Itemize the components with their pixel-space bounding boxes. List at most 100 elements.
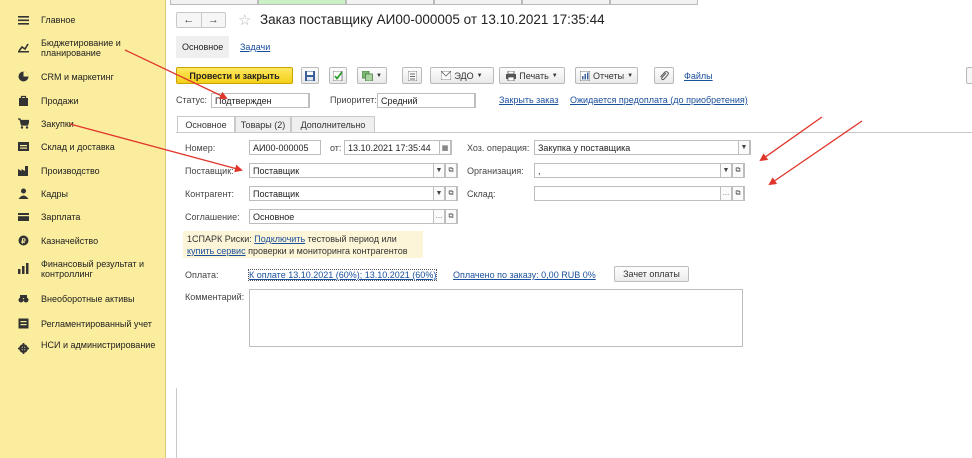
tab-divider — [176, 132, 972, 133]
sidebar-item-label: Продажи — [41, 96, 79, 106]
warehouse-input[interactable]: … ⧉ — [534, 186, 745, 201]
post-button[interactable] — [329, 67, 347, 84]
printer-icon — [506, 70, 517, 81]
tab-tasks[interactable]: Задачи — [234, 36, 276, 58]
date-value: 13.10.2021 17:35:44 — [348, 142, 431, 153]
sidebar-item-label: Бюджетирование и планирование — [41, 38, 121, 58]
sidebar-item-label: НСИ и администрирование — [41, 340, 156, 350]
wallet-icon — [18, 211, 29, 222]
organization-input[interactable]: , ▼ ⧉ — [534, 163, 745, 178]
sidebar-item-label: Финансовый результат и контроллинг — [41, 259, 145, 279]
spark-suffix: проверки и мониторинга контрагентов — [248, 246, 408, 256]
tab-main[interactable]: Основное — [176, 36, 230, 58]
paperclip-icon — [660, 70, 669, 80]
date-input[interactable]: 13.10.2021 17:35:44 ▦ — [344, 140, 452, 155]
payment-schedule-link[interactable]: К оплате 13.10.2021 (60%); 13.10.2021 (6… — [247, 269, 438, 281]
organization-value: , — [538, 165, 541, 176]
payment-label: Оплата: — [185, 270, 219, 280]
agreement-value: Основное — [253, 211, 295, 222]
paid-amount-link[interactable]: Оплачено по заказу: 0,00 RUB 0% — [453, 270, 596, 280]
files-link[interactable]: Файлы — [684, 71, 713, 81]
offset-payment-button[interactable]: Зачет оплаты — [614, 266, 689, 282]
chevron-down-icon: ▼ — [476, 72, 483, 79]
more-button[interactable] — [966, 67, 972, 84]
assets-icon — [18, 293, 29, 304]
print-label: Печать — [519, 70, 549, 81]
post-document-icon — [333, 70, 343, 81]
window-tab[interactable] — [434, 0, 522, 5]
page-title: Заказ поставщику АИ00-000005 от 13.10.20… — [260, 12, 605, 27]
edo-icon — [441, 71, 452, 80]
warehouse-icon — [18, 141, 29, 152]
panel-border — [176, 388, 177, 458]
sidebar-item-label: Склад и доставка — [41, 142, 115, 152]
chevron-down-icon: ▼ — [627, 72, 634, 79]
chevron-down-icon[interactable]: ▼ — [433, 164, 445, 177]
select-ellipsis-icon[interactable]: … — [720, 187, 732, 200]
chevron-down-icon[interactable]: ▼ — [474, 94, 475, 107]
edo-button[interactable]: ЭДО ▼ — [430, 67, 494, 84]
post-and-close-button[interactable]: Провести и закрыть — [176, 67, 293, 84]
forward-arrow-icon[interactable]: → — [200, 13, 226, 27]
sidebar-item-label: Закупки — [41, 119, 74, 129]
chart-icon — [18, 263, 29, 274]
supplier-value: Поставщик — [253, 165, 300, 176]
window-tab[interactable] — [610, 0, 698, 5]
bag-icon — [18, 95, 29, 106]
ledger-icon — [18, 318, 29, 329]
reports-button[interactable]: Отчеты ▼ — [575, 67, 638, 84]
tab-form-additional[interactable]: Дополнительно — [291, 116, 375, 132]
arrow-to-organization — [759, 116, 823, 162]
counterparty-label: Контрагент: — [185, 189, 235, 199]
save-button[interactable] — [301, 67, 319, 84]
spark-middle: тестовый период или — [307, 234, 397, 244]
operation-select[interactable]: Закупка у поставщика ▼ — [534, 140, 751, 155]
factory-icon — [18, 165, 29, 176]
window-tab-active[interactable] — [258, 0, 346, 5]
comment-label: Комментарий: — [185, 292, 245, 302]
spark-connect-link[interactable]: Подключить — [254, 234, 305, 244]
agreement-input[interactable]: Основное … ⧉ — [249, 209, 458, 224]
warehouse-label: Склад: — [467, 189, 496, 199]
attach-button[interactable] — [654, 67, 674, 84]
create-based-on-button[interactable]: ▼ — [357, 67, 387, 84]
priority-value: Средний — [381, 95, 418, 106]
supplier-input[interactable]: Поставщик ▼ ⧉ — [249, 163, 458, 178]
open-icon[interactable]: ⧉ — [445, 164, 457, 177]
chevron-down-icon[interactable]: ▼ — [738, 141, 750, 154]
window-tab[interactable] — [170, 0, 258, 5]
counterparty-input[interactable]: Поставщик ▼ ⧉ — [249, 186, 458, 201]
back-arrow-icon[interactable]: ← — [177, 13, 201, 27]
operation-label: Хоз. операция: — [467, 143, 530, 153]
sidebar: Главное Бюджетирование и планирование CR… — [0, 0, 166, 458]
agreement-label: Соглашение: — [185, 212, 240, 222]
comment-textarea[interactable] — [249, 289, 743, 347]
arrow-to-warehouse — [768, 120, 863, 186]
favorite-star-icon[interactable]: ☆ — [238, 11, 251, 29]
sidebar-item-label: Внеоборотные активы — [41, 294, 135, 304]
status-select[interactable]: Подтвержден ▼ — [211, 93, 310, 108]
chevron-down-icon[interactable]: ▼ — [720, 164, 732, 177]
tab-form-goods[interactable]: Товары (2) — [235, 116, 291, 132]
chevron-down-icon[interactable]: ▼ — [308, 94, 309, 107]
print-button[interactable]: Печать ▼ — [499, 67, 565, 84]
close-order-link[interactable]: Закрыть заказ — [499, 95, 558, 105]
calendar-icon[interactable]: ▦ — [439, 141, 451, 154]
number-input[interactable]: АИ00-000005 — [249, 140, 321, 155]
select-ellipsis-icon[interactable]: … — [433, 210, 445, 223]
open-icon[interactable]: ⧉ — [732, 187, 744, 200]
window-tab[interactable] — [346, 0, 434, 5]
chevron-down-icon[interactable]: ▼ — [433, 187, 445, 200]
sidebar-item-label: CRM и маркетинг — [41, 72, 114, 82]
priority-select[interactable]: Средний ▼ — [377, 93, 476, 108]
person-icon — [18, 188, 29, 199]
open-icon[interactable]: ⧉ — [445, 187, 457, 200]
awaiting-prepayment-link[interactable]: Ожидается предоплата (до приобретения) — [570, 95, 748, 105]
spark-buy-link[interactable]: купить сервис — [187, 246, 246, 256]
window-tab[interactable] — [522, 0, 610, 5]
tab-form-main[interactable]: Основное — [177, 116, 235, 133]
structure-button[interactable] — [402, 67, 422, 84]
open-icon[interactable]: ⧉ — [732, 164, 744, 177]
supplier-label: Поставщик: — [185, 166, 234, 176]
open-icon[interactable]: ⧉ — [445, 210, 457, 223]
